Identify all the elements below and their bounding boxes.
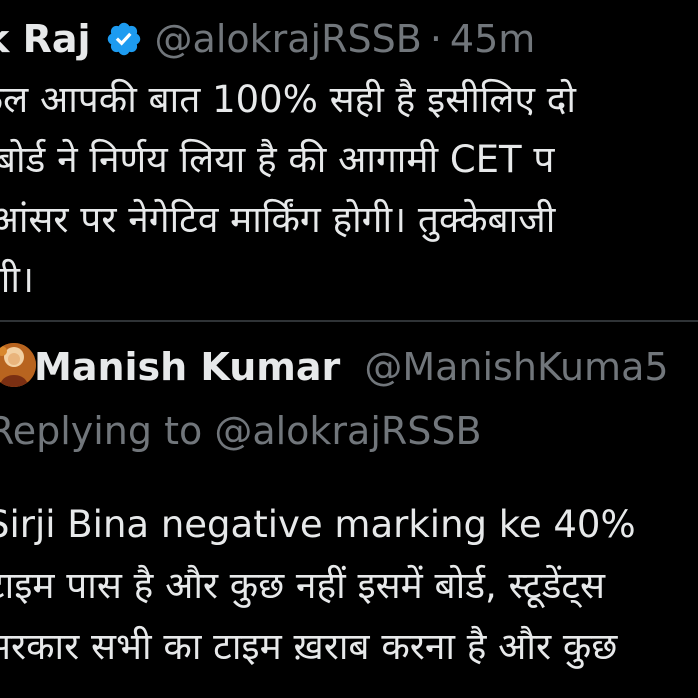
tweet[interactable]: ok Raj @alokrajRSSB · 45m ल्कुल आपकी बात… [0,0,698,322]
author-name[interactable]: ok Raj [0,14,91,64]
tweet-text-line: ग आंसर पर नेगेटिव मार्किंग होगी। तुक्केब… [0,198,556,241]
reply-author-handle[interactable]: @ManishKuma5 [364,345,668,389]
tweet-text-line: ोगी। [0,258,34,301]
tweet-header: ok Raj @alokrajRSSB · 45m [0,14,535,64]
author-handle[interactable]: @alokrajRSSB [155,14,422,64]
reply-text-line: सरकार सभी का टाइम ख़राब करना है और कुछ [0,625,618,668]
verified-badge-icon [105,20,143,58]
replying-to: Replying to @alokrajRSSB [0,406,482,456]
replying-to-handle[interactable]: @alokrajRSSB [214,409,481,453]
tweet-text: ल्कुल आपकी बात 100% सही है इसीलिए दो ले … [0,70,698,310]
reply-text-line: टाइम पास है और कुछ नहीं इसमें बोर्ड, स्ट… [0,564,606,607]
reply-text: Sirji Bina negative marking ke 40% टाइम … [0,494,698,677]
avatar[interactable] [0,343,36,387]
replying-to-label: Replying to [0,409,203,453]
tweet-thread: ok Raj @alokrajRSSB · 45m ल्कुल आपकी बात… [0,0,698,698]
separator-dot: · [429,17,442,61]
divider [0,320,698,322]
reply-author-name[interactable]: Manish Kumar [34,345,340,389]
tweet-timestamp[interactable]: 45m [450,14,535,64]
reply-header: Manish Kumar @ManishKuma5 [34,342,669,392]
tweet-text-line: ल्कुल आपकी बात 100% सही है इसीलिए दो [0,78,576,121]
reply-text-line: Sirji Bina negative marking ke 40% [0,503,636,546]
tweet-text-line: ले बोर्ड ने निर्णय लिया है की आगामी CET … [0,138,555,181]
